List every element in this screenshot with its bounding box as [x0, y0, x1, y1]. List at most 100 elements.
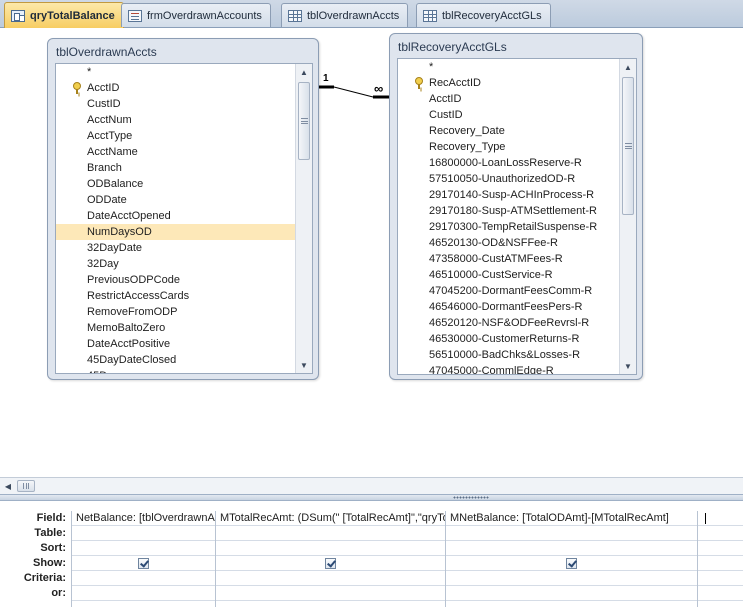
grid-cell-table[interactable]	[698, 526, 743, 541]
field-list-title[interactable]: tblRecoveryAcctGLs	[398, 40, 507, 54]
field-46546000-dormantfeespers-r[interactable]: 46546000-DormantFeesPers-R	[398, 299, 619, 315]
scroll-thumb[interactable]	[298, 82, 310, 160]
grid-cell-show[interactable]	[446, 556, 697, 571]
field-name: Recovery_Date	[429, 125, 505, 137]
field-acctid[interactable]: AcctID	[56, 80, 295, 96]
field-memobaltozero[interactable]: MemoBaltoZero	[56, 320, 295, 336]
grid-cell-field[interactable]: MTotalRecAmt: (DSum(" [TotalRecAmt]","qr…	[216, 511, 445, 526]
grid-cell-sort[interactable]	[72, 541, 215, 556]
field-custid[interactable]: CustID	[56, 96, 295, 112]
tab-tbl-overdrawn-accts[interactable]: tblOverdrawnAccts	[281, 3, 409, 27]
field-recovery-type[interactable]: Recovery_Type	[398, 139, 619, 155]
field-previousodpcode[interactable]: PreviousODPCode	[56, 272, 295, 288]
field-acctnum[interactable]: AcctNum	[56, 112, 295, 128]
field-branch[interactable]: Branch	[56, 160, 295, 176]
form-icon	[128, 9, 142, 22]
field-name: 47045200-DormantFeesComm-R	[429, 285, 593, 297]
grid-cell-or[interactable]	[446, 586, 697, 601]
field-32day[interactable]: 32Day	[56, 256, 295, 272]
grid-cell-criteria[interactable]	[72, 571, 215, 586]
field-dateacctopened[interactable]: DateAcctOpened	[56, 208, 295, 224]
field-removefromodp[interactable]: RemoveFromODP	[56, 304, 295, 320]
grid-cell-sort[interactable]	[216, 541, 445, 556]
scroll-down-icon[interactable]: ▼	[296, 357, 312, 373]
field-47045200-dormantfeescomm-r[interactable]: 47045200-DormantFeesComm-R	[398, 283, 619, 299]
primary-key-icon	[415, 77, 423, 89]
scroll-left-icon[interactable]: ◀	[0, 478, 16, 494]
tab-frm-overdrawn-accounts[interactable]: frmOverdrawnAccounts	[121, 3, 271, 27]
grid-cell-sort[interactable]	[446, 541, 697, 556]
grid-cell-criteria[interactable]	[698, 571, 743, 586]
grid-cell-field[interactable]: NetBalance: [tblOverdrawnAccts]![ODBalan…	[72, 511, 215, 526]
scroll-thumb[interactable]	[622, 77, 634, 215]
field-45daydateclosed[interactable]: 45DayDateClosed	[56, 352, 295, 368]
tab-tbl-recovery-acct-gls[interactable]: tblRecoveryAcctGLs	[416, 3, 551, 27]
field-list-scrollbar[interactable]: ▲ ▼	[295, 64, 312, 373]
field-custid[interactable]: CustID	[398, 107, 619, 123]
field-name: 29170140-Susp-ACHInProcess-R	[429, 189, 595, 201]
field-name: AcctName	[87, 146, 138, 158]
scroll-thumb[interactable]	[17, 480, 35, 492]
grid-cell-sort[interactable]	[698, 541, 743, 556]
field-all-fields[interactable]: *	[56, 64, 295, 80]
field-acctid[interactable]: AcctID	[398, 91, 619, 107]
grid-cell-field[interactable]: MNetBalance: [TotalODAmt]-[MTotalRecAmt]	[446, 511, 697, 526]
splitter-grip[interactable]	[453, 496, 489, 499]
field-46530000-customerreturns-r[interactable]: 46530000-CustomerReturns-R	[398, 331, 619, 347]
field-accttype[interactable]: AcctType	[56, 128, 295, 144]
show-checkbox[interactable]	[325, 557, 336, 569]
field-47045000-commledge-r[interactable]: 47045000-CommlEdge-R	[398, 363, 619, 374]
field-dateacctpositive[interactable]: DateAcctPositive	[56, 336, 295, 352]
grid-cell-or[interactable]	[216, 586, 445, 601]
grid-cell-show[interactable]	[698, 556, 743, 571]
field-45d[interactable]: 45D	[56, 368, 295, 373]
field-29170140-susp-achinprocess-r[interactable]: 29170140-Susp-ACHInProcess-R	[398, 187, 619, 203]
field-numdaysod[interactable]: NumDaysOD	[56, 224, 295, 240]
field-32daydate[interactable]: 32DayDate	[56, 240, 295, 256]
tab-qry-total-balance[interactable]: qryTotalBalance	[4, 2, 124, 28]
field-56510000-badchks-losses-r[interactable]: 56510000-BadChks&Losses-R	[398, 347, 619, 363]
grid-cell-show[interactable]	[72, 556, 215, 571]
field-all-fields[interactable]: *	[398, 59, 619, 75]
grid-cell-show[interactable]	[216, 556, 445, 571]
field-57510050-unauthorizedod-r[interactable]: 57510050-UnauthorizedOD-R	[398, 171, 619, 187]
tab-label: qryTotalBalance	[30, 9, 115, 22]
grid-cell-criteria[interactable]	[216, 571, 445, 586]
field-46510000-custservice-r[interactable]: 46510000-CustService-R	[398, 267, 619, 283]
grid-cell-table[interactable]	[216, 526, 445, 541]
query-icon	[11, 9, 25, 22]
field-recovery-date[interactable]: Recovery_Date	[398, 123, 619, 139]
field-recacctid[interactable]: RecAcctID	[398, 75, 619, 91]
field-odbalance[interactable]: ODBalance	[56, 176, 295, 192]
field-list-scrollbar[interactable]: ▲ ▼	[619, 59, 636, 374]
grid-cell-or[interactable]	[72, 586, 215, 601]
field-16800000-loanlossreserve-r[interactable]: 16800000-LoanLossReserve-R	[398, 155, 619, 171]
scroll-up-icon[interactable]: ▲	[296, 64, 312, 80]
field-47358000-custatmfees-r[interactable]: 47358000-CustATMFees-R	[398, 251, 619, 267]
field-name: 46510000-CustService-R	[429, 269, 553, 281]
field-list-recovery-acct-gls[interactable]: tblRecoveryAcctGLs * RecAcctID AcctID CustI…	[389, 33, 643, 380]
show-checkbox[interactable]	[138, 557, 149, 569]
grid-cell-criteria[interactable]	[446, 571, 697, 586]
grid-cell-table[interactable]	[72, 526, 215, 541]
field-oddate[interactable]: ODDate	[56, 192, 295, 208]
field-name: RemoveFromODP	[87, 306, 178, 318]
field-acctname[interactable]: AcctName	[56, 144, 295, 160]
show-checkbox[interactable]	[566, 557, 577, 569]
field-list-title[interactable]: tblOverdrawnAccts	[56, 45, 157, 59]
field-29170180-susp-atmsettlement-r[interactable]: 29170180-Susp-ATMSettlement-R	[398, 203, 619, 219]
field-list-overdrawn-accts[interactable]: tblOverdrawnAccts * AcctID CustID AcctNum Ac…	[47, 38, 319, 380]
grid-cell-or[interactable]	[698, 586, 743, 601]
field-29170300-tempretailsuspense-r[interactable]: 29170300-TempRetailSuspense-R	[398, 219, 619, 235]
scroll-up-icon[interactable]: ▲	[620, 59, 636, 75]
scroll-down-icon[interactable]: ▼	[620, 358, 636, 374]
field-list-body: * AcctID CustID AcctNum AcctType AcctName Bran…	[55, 63, 313, 374]
field-name: 45D	[87, 370, 107, 373]
grid-cell-field[interactable]	[698, 511, 743, 526]
grid-cell-table[interactable]	[446, 526, 697, 541]
field-46520130-od-nsffee-r[interactable]: 46520130-OD&NSFFee-R	[398, 235, 619, 251]
field-restrictaccesscards[interactable]: RestrictAccessCards	[56, 288, 295, 304]
field-46520120-nsf-odfeerevrsl-r[interactable]: 46520120-NSF&ODFeeRevrsl-R	[398, 315, 619, 331]
pane-splitter[interactable]	[0, 494, 743, 501]
design-horizontal-scrollbar[interactable]: ◀	[0, 477, 743, 494]
